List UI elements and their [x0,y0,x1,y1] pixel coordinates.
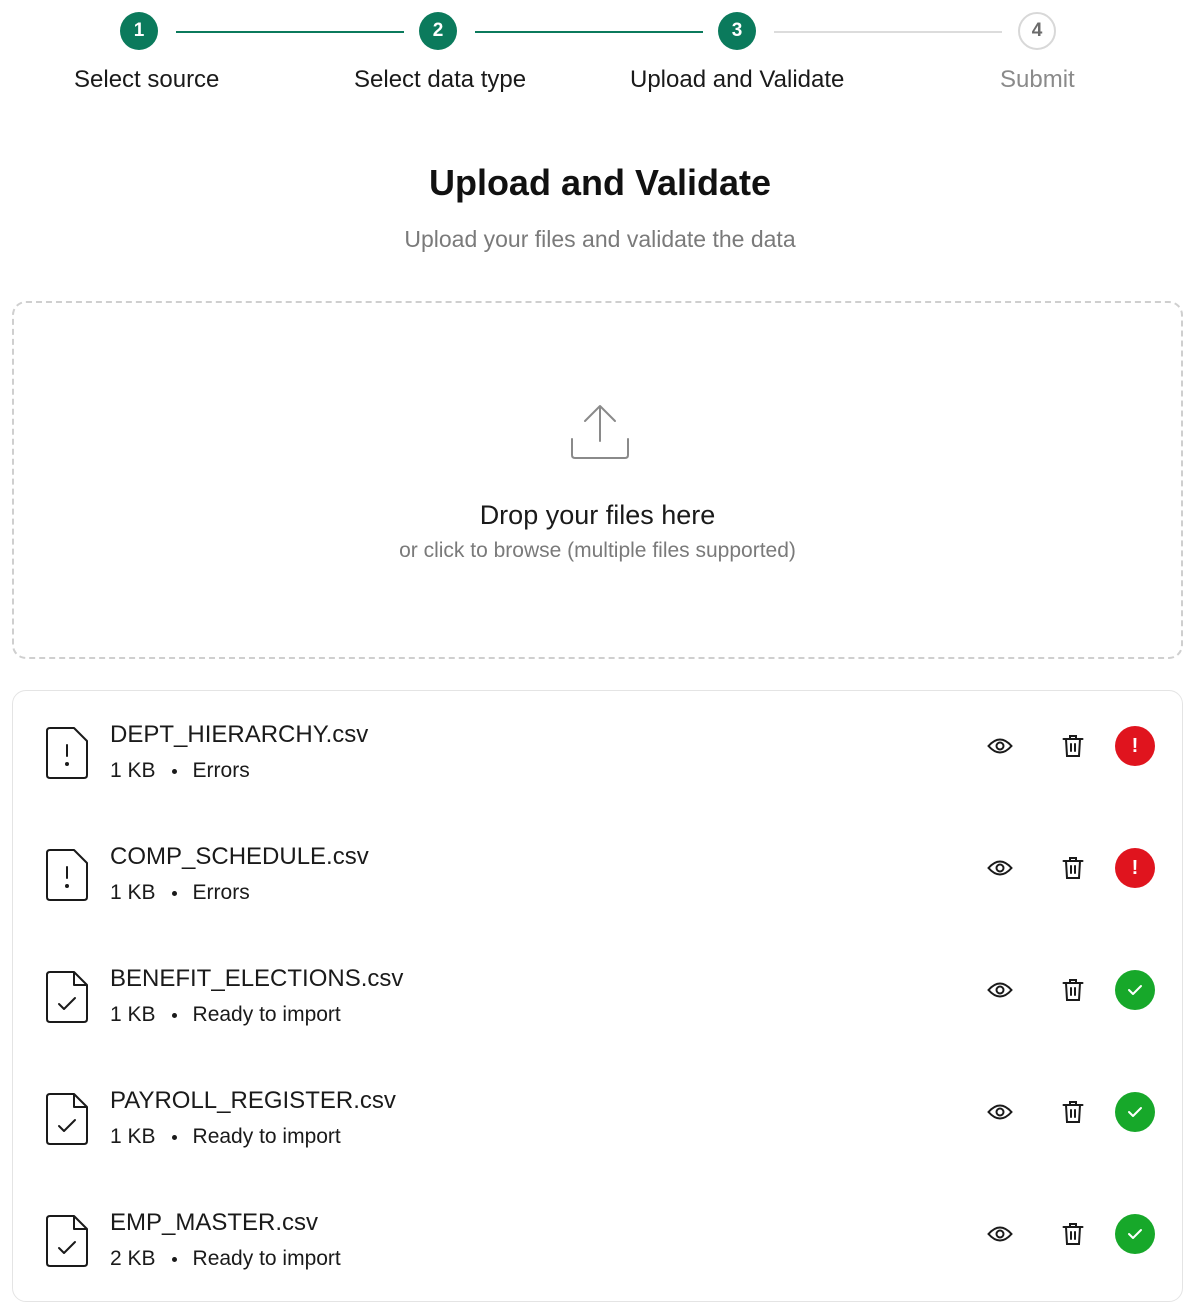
step-connector-1-2 [176,31,404,33]
preview-button[interactable] [980,1092,1020,1132]
separator-dot [171,890,177,896]
separator-dot [171,1134,177,1140]
separator-dot [171,768,177,774]
separator-dot [171,1012,177,1018]
uploaded-file-list: DEPT_HIERARCHY.csv 1 KB Errors ! COMP_SC… [12,690,1183,1302]
success-status-icon [1115,970,1155,1010]
preview-button[interactable] [980,970,1020,1010]
error-status-icon: ! [1115,848,1155,888]
file-row: COMP_SCHEDULE.csv 1 KB Errors ! [13,813,1182,935]
file-warning-icon [46,849,88,901]
trash-icon [1062,1101,1084,1123]
file-row: EMP_MASTER.csv 2 KB Ready to import [13,1179,1182,1301]
file-status-text: Ready to import [192,1003,341,1026]
file-name: COMP_SCHEDULE.csv [110,843,369,870]
file-check-icon [46,971,88,1023]
file-name: PAYROLL_REGISTER.csv [110,1087,396,1114]
dropzone-title: Drop your files here [479,500,716,530]
eye-icon [987,982,1013,998]
delete-button[interactable] [1053,726,1093,766]
step-number-badge: 3 [718,12,756,50]
file-dropzone[interactable]: Drop your files here or click to browse … [12,301,1183,659]
file-name: BENEFIT_ELECTIONS.csv [110,965,404,992]
delete-button[interactable] [1053,1092,1093,1132]
file-size: 2 KB [110,1247,156,1270]
trash-icon [1062,1223,1084,1245]
file-status-text: Ready to import [192,1247,341,1270]
preview-button[interactable] [980,1214,1020,1254]
file-size: 1 KB [110,759,156,782]
file-size: 1 KB [110,881,156,904]
file-meta: 1 KB Errors [110,881,250,905]
step-label: Upload and Validate [630,66,845,93]
delete-button[interactable] [1053,848,1093,888]
file-size: 1 KB [110,1003,156,1026]
page-subtitle: Upload your files and validate the data [404,226,796,252]
delete-button[interactable] [1053,1214,1093,1254]
file-row: PAYROLL_REGISTER.csv 1 KB Ready to impor… [13,1057,1182,1179]
file-meta: 1 KB Ready to import [110,1125,341,1149]
file-size: 1 KB [110,1125,156,1148]
eye-icon [987,1226,1013,1242]
progress-stepper: 1 Select source 2 Select data type 3 Upl… [0,0,1200,110]
step-label: Submit [1000,66,1075,93]
step-label: Select data type [354,66,527,93]
upload-icon [571,405,629,459]
checkmark-icon [1128,1107,1142,1117]
checkmark-icon [1128,985,1142,995]
error-status-icon: ! [1115,726,1155,766]
trash-icon [1062,735,1084,757]
file-warning-icon [46,727,88,779]
file-row: BENEFIT_ELECTIONS.csv 1 KB Ready to impo… [13,935,1182,1057]
file-check-icon [46,1215,88,1267]
success-status-icon [1115,1092,1155,1132]
step-label: Select source [74,66,220,93]
trash-icon [1062,979,1084,1001]
preview-button[interactable] [980,726,1020,766]
file-meta: 2 KB Ready to import [110,1247,341,1271]
file-check-icon [46,1093,88,1145]
file-status-text: Errors [192,881,250,904]
file-meta: 1 KB Errors [110,759,250,783]
preview-button[interactable] [980,848,1020,888]
separator-dot [171,1256,177,1262]
step-number-badge: 2 [419,12,457,50]
trash-icon [1062,857,1084,879]
step-connector-3-4 [774,31,1002,33]
eye-icon [987,860,1013,876]
step-number-badge: 1 [120,12,158,50]
file-status-text: Errors [192,759,250,782]
eye-icon [987,738,1013,754]
page-title: Upload and Validate [428,162,772,203]
file-name: DEPT_HIERARCHY.csv [110,721,369,748]
step-number-badge: 4 [1018,12,1056,50]
step-connector-2-3 [475,31,703,33]
file-name: EMP_MASTER.csv [110,1209,319,1236]
dropzone-hint: or click to browse (multiple files suppo… [399,539,796,562]
file-row: DEPT_HIERARCHY.csv 1 KB Errors ! [13,691,1182,813]
delete-button[interactable] [1053,970,1093,1010]
eye-icon [987,1104,1013,1120]
file-meta: 1 KB Ready to import [110,1003,341,1027]
success-status-icon [1115,1214,1155,1254]
file-status-text: Ready to import [192,1125,341,1148]
checkmark-icon [1128,1229,1142,1239]
